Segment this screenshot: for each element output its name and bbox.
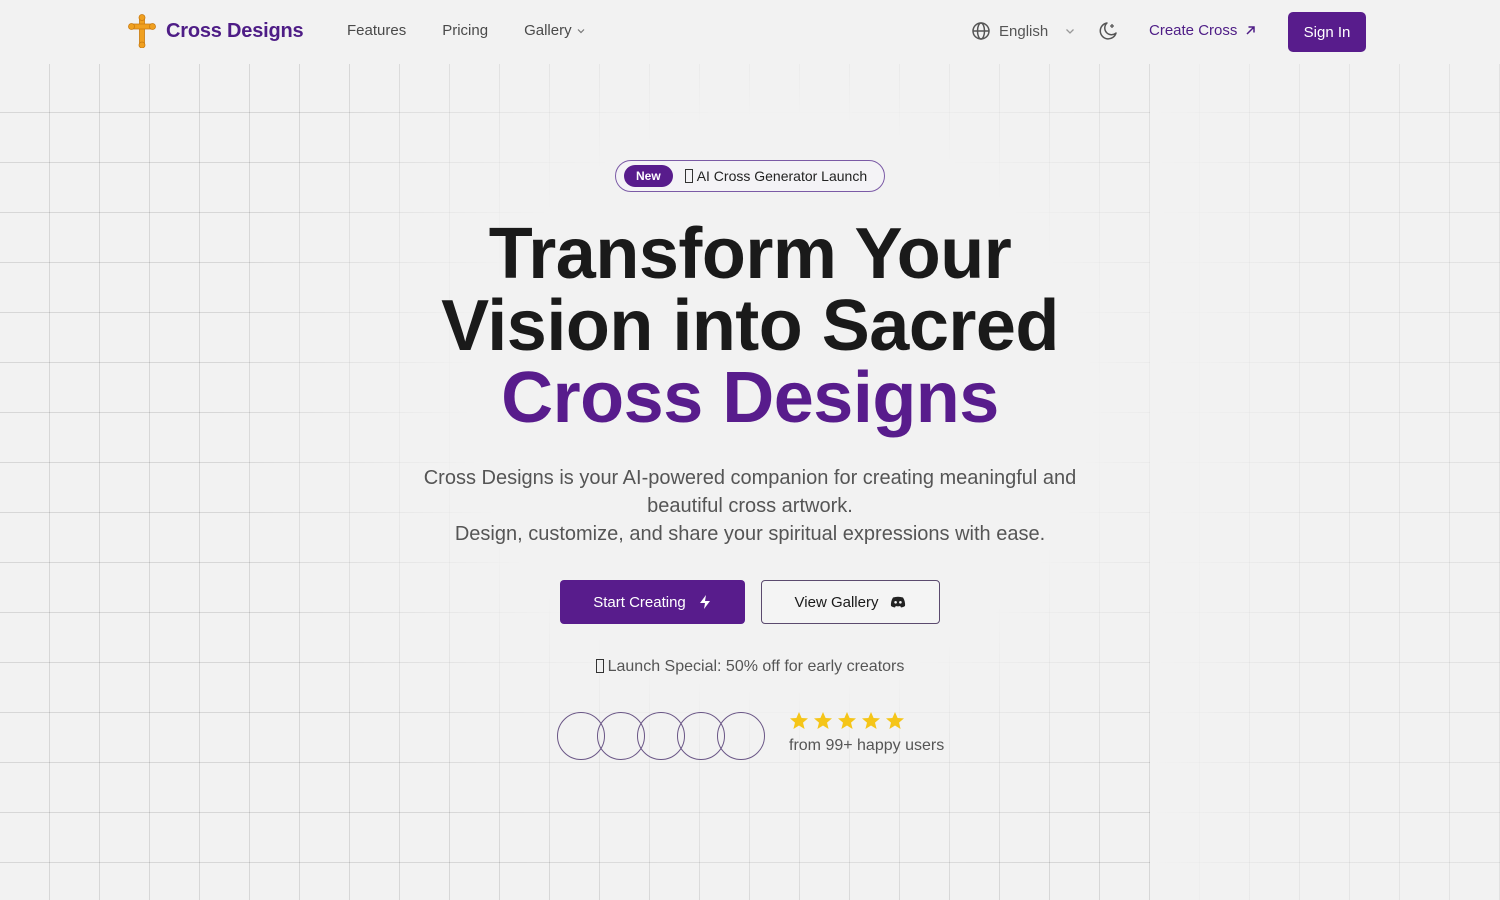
language-selector[interactable]: English	[971, 21, 1076, 41]
announcement-text-label: AI Cross Generator Launch	[696, 168, 868, 184]
chevron-down-icon	[577, 28, 585, 33]
star-icon	[838, 712, 856, 729]
launch-special-text: Launch Special: 50% off for early creato…	[0, 658, 1500, 676]
sign-in-button[interactable]: Sign In	[1288, 12, 1366, 52]
user-rating: from 99+ happy users	[789, 711, 944, 755]
top-navbar: Cross Designs Features Pricing Gallery E…	[0, 0, 1500, 64]
start-creating-label: Start Creating	[593, 593, 686, 611]
star-icon	[862, 712, 880, 729]
subtitle-line-1: Cross Designs is your AI-powered compani…	[423, 467, 1077, 517]
hero-headline: Transform Your Vision into Sacred Cross …	[0, 218, 1500, 434]
star-rating	[789, 711, 944, 731]
nav-pricing-label: Pricing	[442, 22, 489, 39]
discord-icon	[891, 596, 906, 608]
new-tag: New	[624, 165, 673, 187]
view-gallery-label: View Gallery	[794, 593, 879, 611]
create-cross-label: Create Cross	[1149, 22, 1238, 39]
headline-line-2: Vision into Sacred	[441, 286, 1059, 366]
hero-section: New AI Cross Generator Launch Transform …	[0, 0, 1500, 900]
rating-text: from 99+ happy users	[789, 737, 945, 754]
create-cross-link[interactable]: Create Cross	[1149, 22, 1256, 39]
star-icon	[886, 712, 904, 729]
announcement-badge[interactable]: New AI Cross Generator Launch	[615, 160, 885, 192]
cross-icon	[128, 14, 156, 48]
globe-icon	[972, 22, 990, 40]
chevron-down-icon	[1066, 29, 1075, 34]
moon-stars-icon[interactable]	[1097, 20, 1119, 42]
emoji-placeholder-icon	[684, 169, 693, 183]
announcement-text: AI Cross Generator Launch	[684, 168, 868, 184]
nav-features-label: Features	[347, 22, 407, 39]
nav-gallery-label: Gallery	[524, 22, 572, 39]
language-label: English	[999, 22, 1049, 40]
user-avatars	[557, 712, 767, 760]
nav-features[interactable]: Features	[347, 22, 406, 39]
launch-special-label: Launch Special: 50% off for early creato…	[607, 658, 905, 675]
brand-logo-link[interactable]: Cross Designs	[128, 14, 304, 48]
subtitle-line-2: Design, customize, and share your spirit…	[454, 523, 1046, 545]
hero-subtitle: Cross Designs is your AI-powered compani…	[390, 464, 1110, 548]
start-creating-button[interactable]: Start Creating	[560, 580, 745, 624]
star-icon	[814, 712, 832, 729]
main-nav: Features Pricing Gallery	[347, 22, 586, 39]
headline-line-1: Transform Your	[488, 214, 1012, 294]
nav-gallery[interactable]: Gallery	[524, 22, 586, 39]
lightning-icon	[699, 595, 710, 609]
arrow-up-right-icon	[1246, 26, 1256, 35]
avatar	[717, 712, 765, 760]
emoji-placeholder-icon	[595, 659, 604, 673]
headline-accent: Cross Designs	[501, 358, 999, 438]
brand-name: Cross Designs	[166, 19, 304, 42]
view-gallery-button[interactable]: View Gallery	[761, 580, 940, 624]
nav-pricing[interactable]: Pricing	[442, 22, 488, 39]
star-icon	[790, 712, 808, 729]
